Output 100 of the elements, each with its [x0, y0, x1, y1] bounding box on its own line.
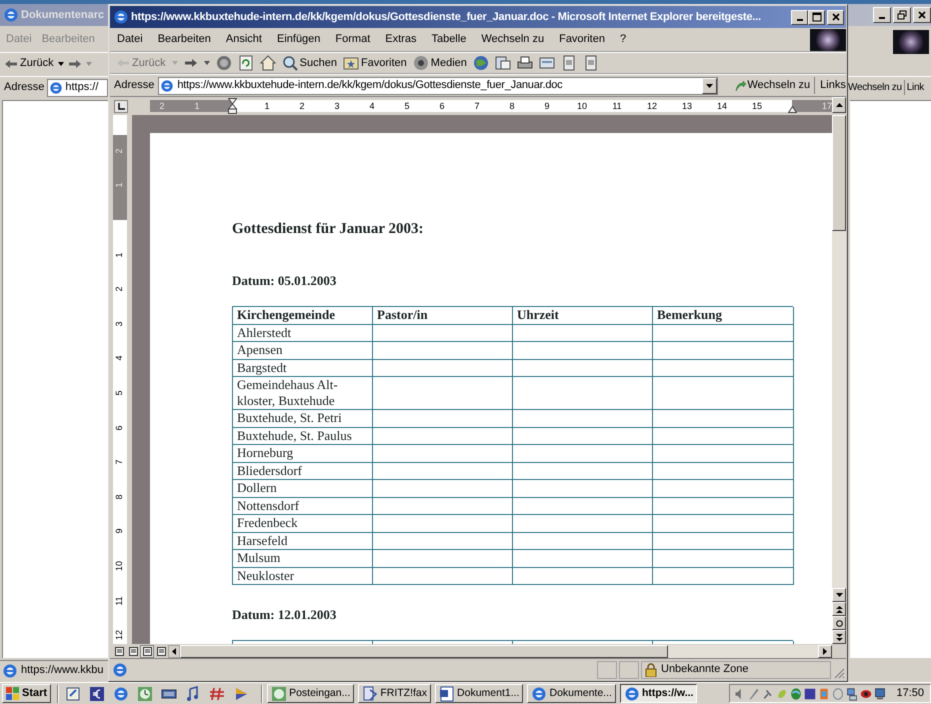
- date-heading: Datum: 05.01.2003: [232, 273, 338, 289]
- forward-button[interactable]: [184, 58, 198, 68]
- euro-icon[interactable]: [89, 686, 106, 702]
- normal-view-button[interactable]: [112, 644, 126, 658]
- ruler-number: 5: [113, 390, 126, 398]
- notepad-icon[interactable]: [65, 686, 82, 702]
- page-button[interactable]: [582, 55, 599, 71]
- ruler-number: 2: [113, 147, 126, 156]
- tab-stop-button[interactable]: [114, 100, 128, 112]
- clock-text: 17:50: [896, 686, 924, 702]
- table-cell: Ahlerstedt: [233, 324, 373, 342]
- browser-icon: [2, 662, 18, 678]
- page-icon: [128, 646, 138, 656]
- throbber-logo: [810, 28, 846, 50]
- close-button[interactable]: [827, 10, 844, 24]
- menu-item[interactable]: Extras: [385, 31, 416, 48]
- go-button[interactable]: Wechseln zu: [734, 77, 810, 94]
- history-button[interactable]: [472, 55, 489, 71]
- globe-icon[interactable]: [790, 686, 802, 700]
- dropdown-button[interactable]: [702, 78, 718, 94]
- scroll-down-button[interactable]: [832, 588, 846, 602]
- ruler-number: 11: [113, 594, 126, 608]
- taskbar-button[interactable]: Dokument1...: [435, 684, 524, 703]
- previous-page-button[interactable]: [832, 602, 846, 616]
- close-button[interactable]: [913, 7, 931, 23]
- menu-item[interactable]: Bearbeiten: [158, 31, 211, 48]
- scroll-up-button[interactable]: [832, 97, 846, 113]
- indent-marker-icon: [788, 106, 796, 113]
- minimize-button[interactable]: [791, 10, 808, 24]
- taskbar-button[interactable]: Posteingan...: [267, 684, 354, 703]
- double-down-arrow-icon: [836, 634, 842, 640]
- double-up-arrow-icon: [836, 606, 842, 612]
- links-button[interactable]: Links: [814, 77, 846, 94]
- search-button[interactable]: Suchen: [282, 54, 337, 72]
- outline-view-button[interactable]: [154, 644, 168, 658]
- computer-icon[interactable]: [874, 686, 886, 700]
- flag-icon: [6, 687, 20, 700]
- back-button[interactable]: Zurück: [4, 55, 54, 72]
- ruler-number: 12: [113, 629, 126, 642]
- menu-item[interactable]: Format: [335, 31, 370, 48]
- start-button[interactable]: Start: [2, 684, 52, 703]
- status-pane: [619, 660, 639, 678]
- document-heading: Gottesdienst für Januar 2003:: [232, 220, 425, 239]
- dropdown-icon: [86, 62, 92, 66]
- dropdown-icon: [204, 61, 210, 65]
- ruler-number: 14: [716, 100, 728, 112]
- taskbar-button[interactable]: FRITZ!fax: [358, 684, 432, 703]
- media-button[interactable]: Medien: [412, 54, 467, 72]
- taskbar-button[interactable]: https://w...: [620, 684, 698, 703]
- scroll-thumb[interactable]: [832, 115, 846, 231]
- outline-icon: [156, 646, 166, 656]
- maximize-icon: [812, 12, 822, 22]
- taskbar-button[interactable]: Dokumente...: [527, 684, 616, 703]
- browser-icon: [3, 7, 19, 23]
- links-button[interactable]: Link: [904, 80, 924, 95]
- refresh-button[interactable]: [238, 55, 254, 71]
- browser-icon: [112, 662, 128, 678]
- favorites-button[interactable]: Favoriten: [342, 54, 407, 72]
- stop-button[interactable]: [216, 55, 232, 71]
- ruler-number: 8: [508, 100, 516, 112]
- minimize-button[interactable]: [873, 7, 891, 23]
- restore-button[interactable]: [893, 7, 911, 23]
- status-text: https://www.kkbu: [21, 663, 104, 678]
- scroll-thumb[interactable]: [180, 644, 668, 658]
- address-field[interactable]: https://: [47, 78, 108, 96]
- page-button[interactable]: [560, 55, 577, 71]
- hashtag-icon[interactable]: [209, 686, 226, 702]
- maximize-button[interactable]: [808, 10, 825, 24]
- menu-item[interactable]: ?: [620, 31, 626, 48]
- page-icon: [142, 646, 152, 656]
- network-icon[interactable]: [846, 686, 858, 700]
- home-icon: [260, 55, 276, 71]
- menu-item[interactable]: Wechseln zu: [481, 31, 544, 48]
- menu-item[interactable]: Favoriten: [559, 31, 605, 48]
- scroll-left-button[interactable]: [168, 644, 180, 658]
- menu-item[interactable]: Datei: [117, 31, 143, 48]
- padlock-icon: [645, 662, 657, 676]
- resize-grip-icon: [833, 667, 845, 679]
- home-button[interactable]: [260, 55, 276, 71]
- play-icon[interactable]: [233, 686, 250, 702]
- ruler-number: 5: [403, 100, 410, 112]
- next-page-button[interactable]: [832, 630, 846, 644]
- menu-item[interactable]: Tabelle: [431, 31, 466, 48]
- browse-object-button[interactable]: [832, 616, 846, 630]
- address-field[interactable]: https://www.kkbuxtehude-intern.de/kk/kgem/dokus/Gottesdienste_fuer_Januar.doc: [158, 76, 718, 94]
- ruler-number: 9: [113, 528, 126, 536]
- web-view-button[interactable]: [126, 644, 140, 658]
- scroll-right-button[interactable]: [818, 644, 832, 658]
- table-cell: Nottensdorf: [233, 498, 373, 515]
- browser-icon[interactable]: [113, 686, 130, 702]
- table-cell: Gemeindehaus Alt-kloster, Buxtehude: [233, 377, 373, 410]
- table-cell: Buxtehude, St. Paulus: [233, 428, 373, 445]
- menu-item[interactable]: Einfügen: [276, 31, 320, 48]
- layout-view-button[interactable]: [140, 644, 154, 658]
- edit-button[interactable]: [538, 55, 555, 71]
- go-button[interactable]: Wechseln zu: [848, 80, 902, 95]
- print-button[interactable]: [516, 55, 533, 71]
- menu-item[interactable]: Ansicht: [226, 31, 262, 48]
- browser-icon: [160, 78, 174, 92]
- right-arrow-icon[interactable]: [68, 58, 82, 68]
